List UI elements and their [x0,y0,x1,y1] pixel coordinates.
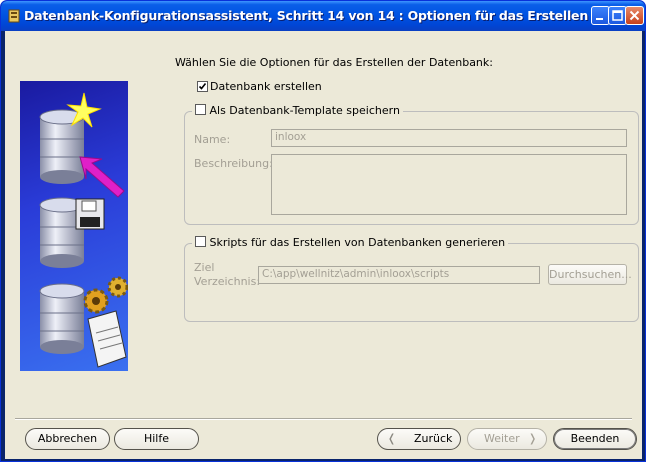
wizard-body: Wählen Sie die Optionen für das Erstelle… [5,31,642,459]
generate-scripts-label[interactable]: Skripts für das Erstellen von Datenbanke… [210,236,506,249]
intro-text: Wählen Sie die Optionen für das Erstelle… [175,56,493,69]
wizard-window: Datenbank-Konfigurationsassistent, Schri… [0,0,646,462]
scripts-group-title: Skripts für das Erstellen von Datenbanke… [192,236,509,249]
title-bar[interactable]: Datenbank-Konfigurationsassistent, Schri… [1,1,645,31]
next-button[interactable]: Weiter ❭ [467,428,547,450]
generate-scripts-checkbox[interactable] [195,236,206,247]
database-illustration [39,92,129,368]
target-directory-field[interactable]: C:\app\wellnitz\admin\inloox\scripts [258,266,540,284]
footer-separator [15,418,632,420]
back-arrow-icon: ❬ [387,432,397,445]
close-button[interactable] [625,6,644,25]
checkmark-icon [198,83,207,90]
finish-label: Beenden [570,432,620,445]
create-db-label[interactable]: Datenbank erstellen [210,80,322,93]
target-label-line1: Ziel [194,261,215,274]
next-label: Weiter [484,432,520,445]
finish-button[interactable]: Beenden [553,428,637,450]
description-field[interactable] [271,154,627,215]
help-button[interactable]: Hilfe [114,428,199,450]
template-group-title: Als Datenbank-Template speichern [192,104,403,117]
save-template-label[interactable]: Als Datenbank-Template speichern [210,104,400,117]
cancel-button[interactable]: Abbrechen [25,428,110,450]
browse-button[interactable]: Durchsuchen... [548,264,632,285]
minimize-icon [596,18,603,20]
description-label: Beschreibung: [194,157,273,170]
name-field[interactable]: inloox [271,129,627,147]
next-arrow-icon: ❭ [528,432,538,445]
create-db-checkbox[interactable] [197,81,208,92]
maximize-icon [612,10,623,21]
app-icon [8,9,20,23]
back-label: Zurück [414,432,453,445]
back-button[interactable]: ❬ Zurück [377,428,461,450]
close-icon [629,10,640,21]
target-label-line2: Verzeichnis: [194,275,261,288]
wizard-illustration [20,81,129,371]
window-title: Datenbank-Konfigurationsassistent, Schri… [24,8,589,23]
save-template-checkbox[interactable] [195,104,206,115]
name-label: Name: [194,133,231,146]
